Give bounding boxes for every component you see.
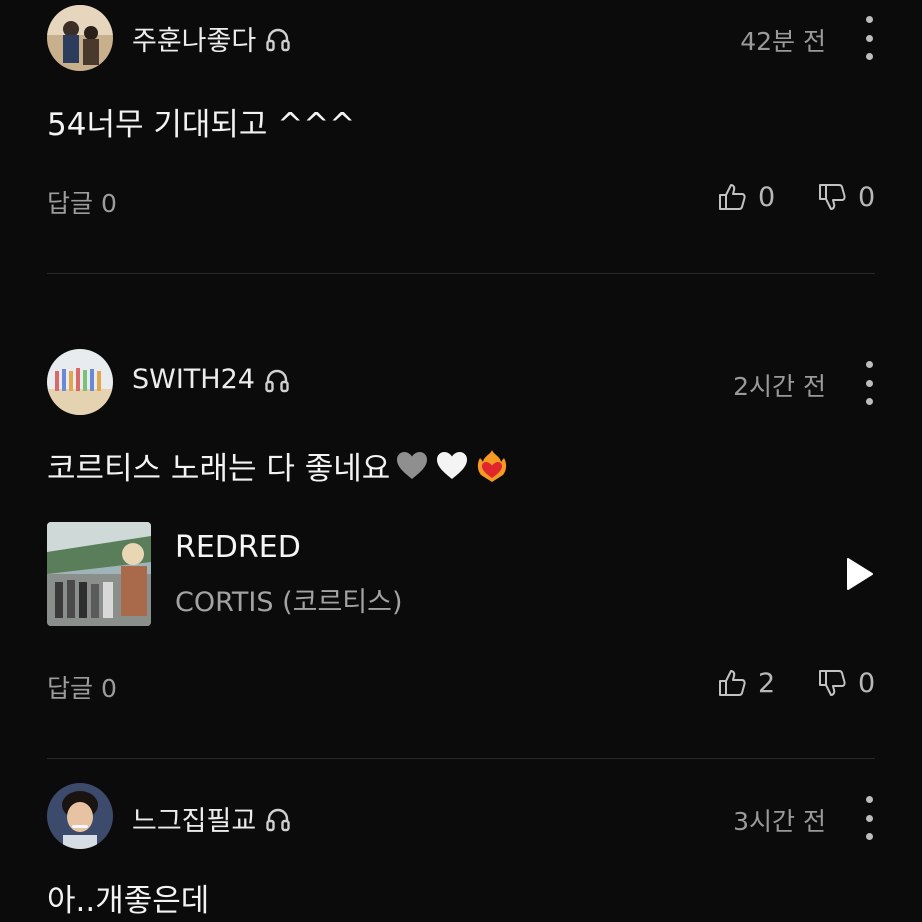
comment-timestamp: 42분 전 xyxy=(740,27,826,56)
thumbs-down-icon xyxy=(819,670,846,696)
heart-on-fire-icon xyxy=(474,448,510,484)
comment-username[interactable]: 주훈나좋다 xyxy=(132,19,292,58)
avatar-photo-icon xyxy=(47,5,113,71)
grey-heart-icon xyxy=(394,448,430,484)
like-button[interactable]: 2 xyxy=(716,667,775,699)
track-artist: CORTIS (코르티스) xyxy=(175,587,403,618)
comment-text: 54너무 기대되고 ^^^ xyxy=(47,107,356,143)
username-text: SWITH24 xyxy=(132,364,255,395)
play-icon[interactable] xyxy=(845,556,875,592)
dislike-count: 0 xyxy=(858,181,876,213)
thumbs-down-icon xyxy=(819,184,846,210)
headphones-icon xyxy=(264,805,292,833)
like-count: 2 xyxy=(758,667,776,699)
username-text: 느그집필교 xyxy=(132,806,257,837)
like-count: 0 xyxy=(758,181,776,213)
user-avatar[interactable] xyxy=(47,349,113,415)
music-track-card[interactable]: REDRED CORTIS (코르티스) xyxy=(47,522,877,626)
reply-button[interactable]: 답글 0 xyxy=(47,669,117,705)
more-options-icon[interactable] xyxy=(855,796,883,840)
comment-username[interactable]: SWITH24 xyxy=(132,364,291,395)
like-button[interactable]: 0 xyxy=(716,181,775,213)
thumbs-up-icon xyxy=(719,184,746,210)
comment-divider xyxy=(47,758,875,759)
more-options-icon[interactable] xyxy=(855,16,883,60)
dislike-button[interactable]: 0 xyxy=(816,667,875,699)
user-avatar[interactable] xyxy=(47,783,113,849)
comment-timestamp: 2시간 전 xyxy=(733,372,826,401)
comment-username[interactable]: 느그집필교 xyxy=(132,799,292,838)
headphones-icon xyxy=(264,25,292,53)
reply-button[interactable]: 답글 0 xyxy=(47,184,117,220)
user-avatar[interactable] xyxy=(47,5,113,71)
comment-text: 아..개좋은데 xyxy=(47,883,210,919)
more-options-icon[interactable] xyxy=(855,361,883,405)
comment-text: 코르티스 노래는 다 좋네요 xyxy=(47,443,510,488)
avatar-photo-icon xyxy=(47,349,113,415)
track-title: REDRED xyxy=(175,530,301,565)
headphones-icon xyxy=(263,366,291,394)
dislike-button[interactable]: 0 xyxy=(816,181,875,213)
thumbs-up-icon xyxy=(719,670,746,696)
white-heart-icon xyxy=(434,448,470,484)
album-cover xyxy=(47,522,151,626)
album-art-icon xyxy=(47,522,151,626)
dislike-count: 0 xyxy=(858,667,876,699)
comment-timestamp: 3시간 전 xyxy=(733,807,826,836)
comment-text-body: 코르티스 노래는 다 좋네요 xyxy=(47,451,391,487)
avatar-photo-icon xyxy=(47,783,113,849)
comment-divider xyxy=(47,273,875,274)
username-text: 주훈나좋다 xyxy=(132,26,257,57)
